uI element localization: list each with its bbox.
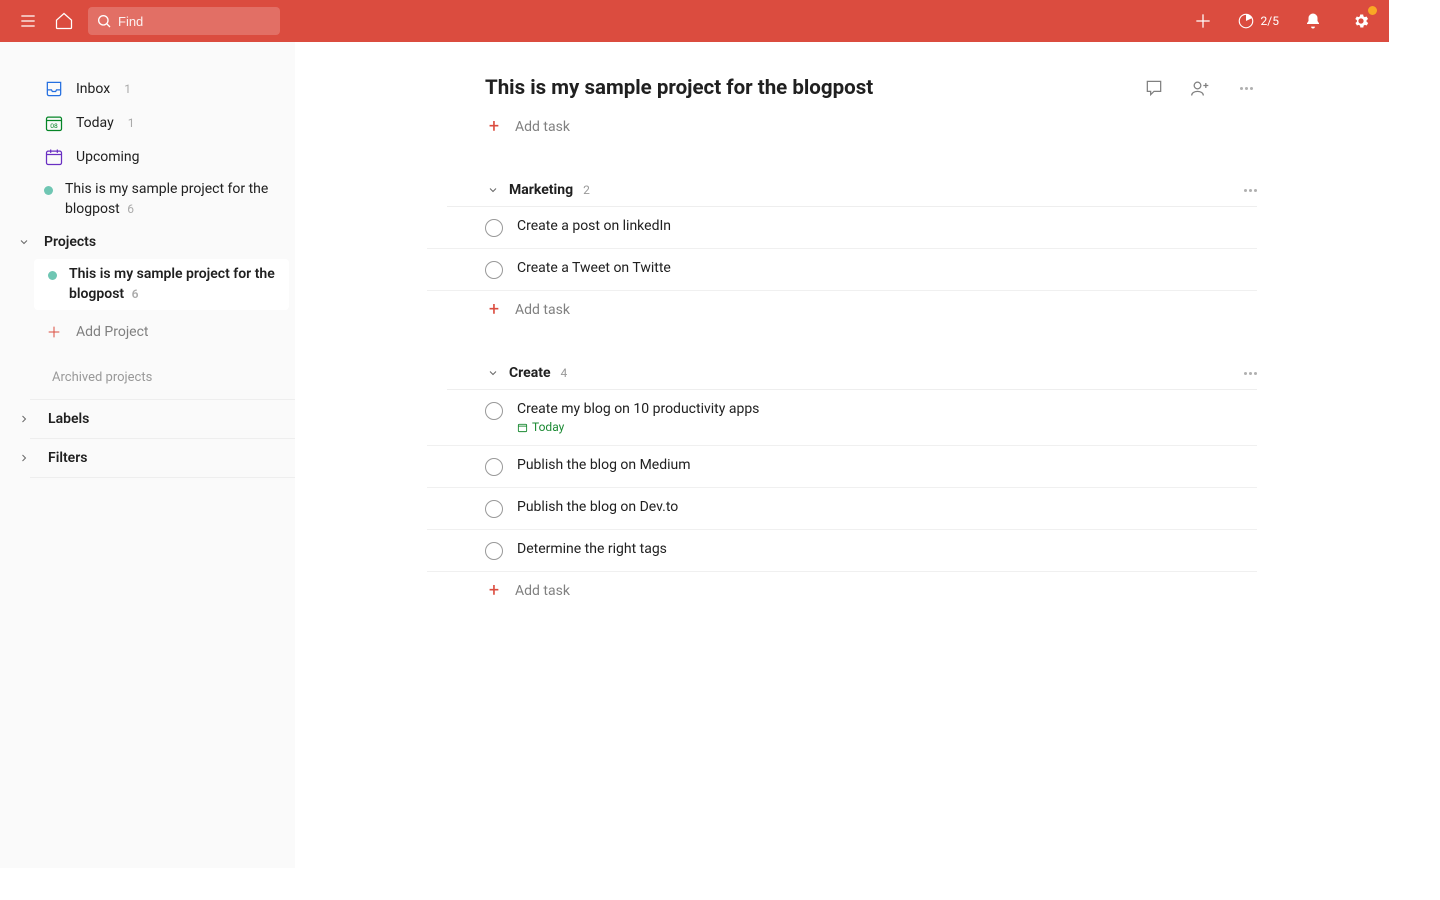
section-more-icon[interactable] xyxy=(1244,189,1257,192)
task-checkbox[interactable] xyxy=(485,458,503,476)
upcoming-icon xyxy=(44,147,64,167)
task-row[interactable]: Determine the right tags xyxy=(427,530,1257,572)
task-checkbox[interactable] xyxy=(485,542,503,560)
section-more-icon[interactable] xyxy=(1244,372,1257,375)
sidebar-projects-header[interactable]: Projects xyxy=(30,225,295,259)
section-count: 2 xyxy=(583,183,590,197)
task-title: Publish the blog on Medium xyxy=(517,457,691,473)
add-task-button-section[interactable]: + Add task xyxy=(427,291,1257,329)
sidebar-labels-label: Labels xyxy=(48,411,89,427)
search-icon xyxy=(96,13,112,29)
sidebar-filters-label: Filters xyxy=(48,450,87,466)
home-icon[interactable] xyxy=(50,7,78,35)
sidebar: Inbox 1 08 Today 1 Upcoming This is my s… xyxy=(0,42,295,868)
task-title: Create my blog on 10 productivity apps xyxy=(517,401,759,417)
share-icon[interactable] xyxy=(1189,77,1211,99)
chevron-down-icon[interactable] xyxy=(485,182,501,198)
archived-projects-label[interactable]: Archived projects xyxy=(0,350,295,399)
project-dot-icon xyxy=(48,271,57,280)
chevron-down-icon xyxy=(16,234,32,250)
task-row[interactable]: Publish the blog on Medium xyxy=(427,446,1257,488)
add-task-label: Add task xyxy=(515,302,570,318)
sidebar-project-count: 6 xyxy=(132,287,139,301)
task-title: Publish the blog on Dev.to xyxy=(517,499,678,515)
svg-text:08: 08 xyxy=(50,122,58,130)
search-field[interactable] xyxy=(88,7,280,35)
sidebar-today-label: Today xyxy=(76,115,114,131)
sidebar-inbox-count: 1 xyxy=(124,82,131,96)
chevron-right-icon xyxy=(16,450,32,466)
settings-notification-dot xyxy=(1368,6,1377,15)
settings-icon[interactable] xyxy=(1347,7,1375,35)
add-task-label: Add task xyxy=(515,583,570,599)
task-row[interactable]: Publish the blog on Dev.to xyxy=(427,488,1257,530)
chevron-down-icon[interactable] xyxy=(485,365,501,381)
sidebar-project-item[interactable]: This is my sample project for the blogpo… xyxy=(34,259,289,310)
sidebar-upcoming[interactable]: Upcoming xyxy=(30,140,295,174)
add-project-label: Add Project xyxy=(76,324,149,340)
sidebar-project-name: This is my sample project for the blogpo… xyxy=(69,266,275,302)
project-dot-icon xyxy=(44,186,53,195)
notifications-icon[interactable] xyxy=(1299,7,1327,35)
sidebar-inbox-label: Inbox xyxy=(76,81,110,97)
task-checkbox[interactable] xyxy=(485,219,503,237)
progress-indicator[interactable]: 2/5 xyxy=(1237,12,1279,30)
project-title[interactable]: This is my sample project for the blogpo… xyxy=(485,76,1143,100)
today-icon: 08 xyxy=(44,113,64,133)
add-project-button[interactable]: Add Project xyxy=(30,314,295,350)
search-input[interactable] xyxy=(118,14,272,29)
task-checkbox[interactable] xyxy=(485,500,503,518)
topbar: 2/5 xyxy=(0,0,1389,42)
sidebar-favorite-project-count: 6 xyxy=(127,202,134,216)
task-row[interactable]: Create a Tweet on Twitte xyxy=(427,249,1257,291)
project-header: This is my sample project for the blogpo… xyxy=(427,76,1257,100)
more-icon[interactable] xyxy=(1235,77,1257,99)
section-title[interactable]: Marketing xyxy=(509,182,573,198)
add-task-button-section[interactable]: + Add task xyxy=(427,572,1257,610)
task-checkbox[interactable] xyxy=(485,402,503,420)
inbox-icon xyxy=(44,79,64,99)
comments-icon[interactable] xyxy=(1143,77,1165,99)
task-title: Determine the right tags xyxy=(517,541,667,557)
task-checkbox[interactable] xyxy=(485,261,503,279)
add-icon[interactable] xyxy=(1189,7,1217,35)
plus-icon: + xyxy=(485,582,503,600)
sidebar-favorite-project-name: This is my sample project for the blogpo… xyxy=(65,181,268,217)
task-title: Create a post on linkedIn xyxy=(517,218,671,234)
task-row[interactable]: Create a post on linkedIn xyxy=(427,207,1257,249)
plus-icon: + xyxy=(485,118,503,136)
add-task-label: Add task xyxy=(515,119,570,135)
sidebar-labels-header[interactable]: Labels xyxy=(30,399,295,438)
task-row[interactable]: Create my blog on 10 productivity apps T… xyxy=(427,390,1257,446)
menu-icon[interactable] xyxy=(14,7,42,35)
sidebar-filters-header[interactable]: Filters xyxy=(30,438,295,478)
add-task-button-top[interactable]: + Add task xyxy=(427,108,1257,146)
task-title: Create a Tweet on Twitte xyxy=(517,260,671,276)
sidebar-inbox[interactable]: Inbox 1 xyxy=(30,72,295,106)
sidebar-projects-header-label: Projects xyxy=(44,234,96,250)
progress-pie-icon xyxy=(1237,12,1255,30)
main-content: This is my sample project for the blogpo… xyxy=(295,42,1389,868)
plus-icon xyxy=(44,322,64,342)
progress-text: 2/5 xyxy=(1261,14,1279,28)
chevron-right-icon xyxy=(16,411,32,427)
section-create: Create 4 Create my blog on 10 productivi… xyxy=(427,365,1257,610)
sidebar-today-count: 1 xyxy=(128,116,135,130)
section-count: 4 xyxy=(561,366,568,380)
sidebar-today[interactable]: 08 Today 1 xyxy=(30,106,295,140)
sidebar-favorite-project[interactable]: This is my sample project for the blogpo… xyxy=(30,174,295,225)
section-title[interactable]: Create xyxy=(509,365,551,381)
plus-icon: + xyxy=(485,301,503,319)
section-marketing: Marketing 2 Create a post on linkedIn Cr… xyxy=(427,182,1257,329)
sidebar-upcoming-label: Upcoming xyxy=(76,149,140,165)
calendar-icon xyxy=(517,422,528,433)
task-due-date: Today xyxy=(517,420,759,434)
